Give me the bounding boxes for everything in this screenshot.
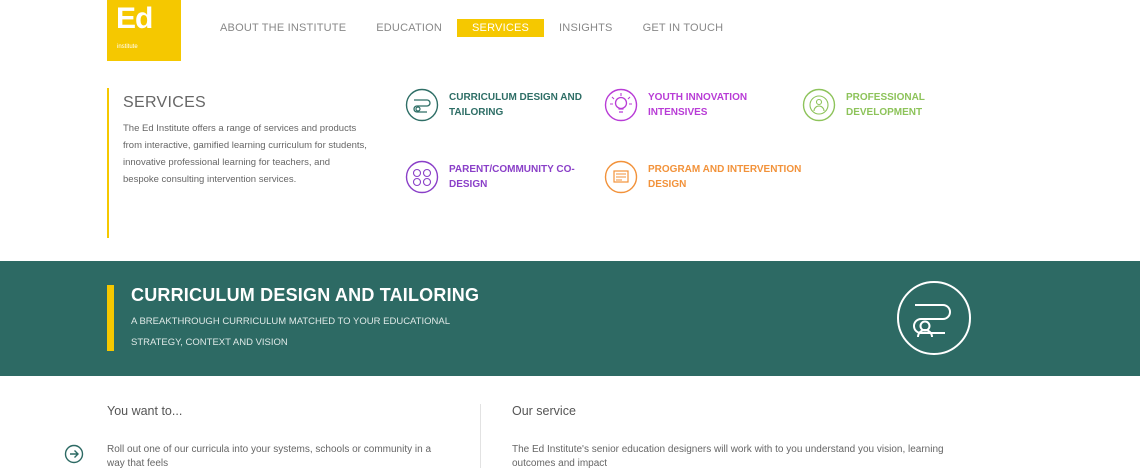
arrow-right-icon[interactable] <box>64 444 84 464</box>
services-intro: SERVICES The Ed Institute offers a range… <box>107 88 377 238</box>
column-divider <box>480 404 481 468</box>
hero-accent-bar <box>107 285 114 351</box>
you-want-to-heading: You want to... <box>107 404 183 418</box>
you-want-to-item: Roll out one of our curricula into your … <box>107 444 432 468</box>
nav-item-about[interactable]: ABOUT THE INSTITUTE <box>205 19 361 37</box>
nav-item-services[interactable]: SERVICES <box>457 19 545 37</box>
curriculum-icon <box>897 281 971 355</box>
nav-item-insights[interactable]: INSIGHTS <box>544 19 628 37</box>
our-service-heading: Our service <box>512 404 576 418</box>
service-program-intervention[interactable]: PROGRAM AND INTERVENTION DESIGN <box>604 160 808 194</box>
curriculum-icon <box>405 88 439 122</box>
program-icon <box>604 160 638 194</box>
service-curriculum-design[interactable]: CURRICULUM DESIGN AND TAILORING <box>405 88 589 122</box>
hero-title: CURRICULUM DESIGN AND TAILORING <box>131 285 480 305</box>
our-service-text: The Ed Institute's senior education desi… <box>512 444 944 468</box>
logo[interactable]: Ed institute <box>107 0 181 61</box>
logo-text: Ed <box>116 2 153 35</box>
nav-item-get-in-touch[interactable]: GET IN TOUCH <box>628 19 739 37</box>
community-icon <box>405 160 439 194</box>
professional-development-icon <box>802 88 836 122</box>
hero-subtitle: A BREAKTHROUGH CURRICULUM MATCHED TO YOU… <box>131 316 450 348</box>
hero-banner: CURRICULUM DESIGN AND TAILORING A BREAKT… <box>0 261 1140 376</box>
service-label: PROGRAM AND INTERVENTION DESIGN <box>648 164 802 190</box>
lightbulb-icon <box>604 88 638 122</box>
main-nav: ABOUT THE INSTITUTE EDUCATION SERVICES I… <box>205 18 738 38</box>
service-label: PARENT/COMMUNITY CO-DESIGN <box>449 164 575 190</box>
service-label: CURRICULUM DESIGN AND TAILORING <box>449 92 582 118</box>
services-description: The Ed Institute offers a range of servi… <box>123 123 367 185</box>
services-title: SERVICES <box>123 94 207 111</box>
service-youth-innovation[interactable]: YOUTH INNOVATION INTENSIVES <box>604 88 783 122</box>
nav-item-education[interactable]: EDUCATION <box>361 19 457 37</box>
service-label: YOUTH INNOVATION INTENSIVES <box>648 92 748 118</box>
service-label: PROFESSIONAL DEVELOPMENT <box>846 92 925 118</box>
service-professional-development[interactable]: PROFESSIONAL DEVELOPMENT <box>802 88 966 122</box>
logo-subtext: institute <box>117 44 138 50</box>
service-parent-community[interactable]: PARENT/COMMUNITY CO-DESIGN <box>405 160 589 194</box>
